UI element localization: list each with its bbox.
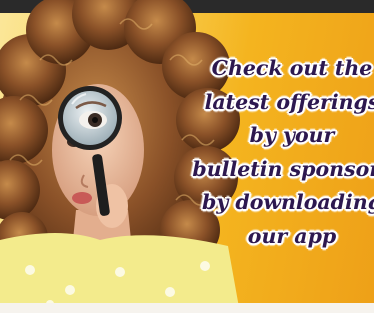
headline-line: our app (247, 223, 337, 248)
headline-line: Check out the (211, 56, 373, 80)
headline-line: by your (249, 123, 335, 147)
headline-line: latest offerings (204, 89, 374, 114)
magnifying-glass (58, 86, 122, 150)
headline-line: by downloading (201, 190, 374, 214)
sponsor-app-ad[interactable]: Check out the latest offerings by your b… (0, 0, 374, 313)
bottom-band (0, 303, 374, 313)
ad-headline: Check out the latest offerings by your b… (192, 52, 374, 253)
headline-line: bulletin sponsors (192, 156, 374, 181)
